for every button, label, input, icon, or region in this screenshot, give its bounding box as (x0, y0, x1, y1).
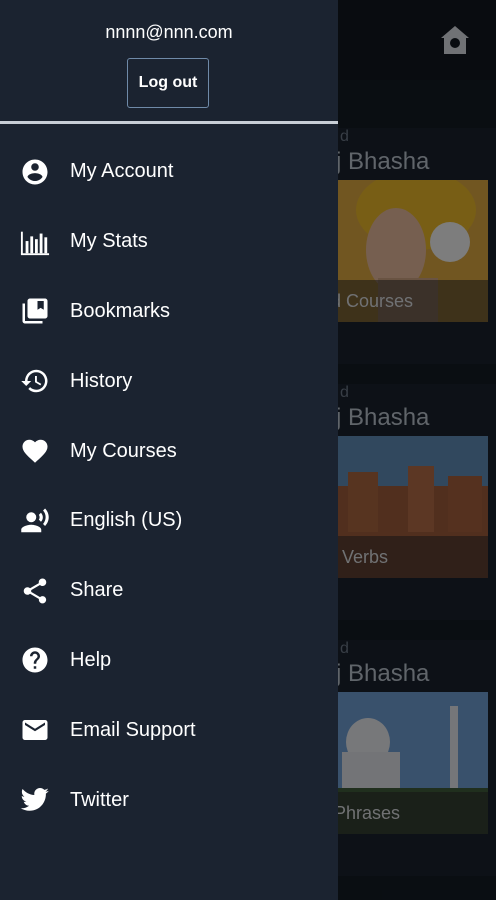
menu-item-label: English (US) (70, 509, 183, 532)
menu-item-history[interactable]: History (0, 346, 338, 416)
menu-item-language[interactable]: English (US) (0, 486, 338, 556)
heart-icon (20, 436, 50, 466)
menu-item-label: Share (70, 579, 124, 602)
menu-item-twitter[interactable]: Twitter (0, 765, 338, 835)
user-email: nnnn@nnn.com (105, 22, 233, 42)
menu-item-help[interactable]: Help (0, 626, 338, 696)
menu-item-email-support[interactable]: Email Support (0, 695, 338, 765)
menu-item-my-account[interactable]: My Account (0, 137, 338, 207)
menu-item-label: My Courses (70, 439, 177, 462)
menu-item-label: Email Support (70, 718, 196, 741)
menu-item-label: My Stats (70, 230, 148, 253)
menu-item-my-stats[interactable]: My Stats (0, 207, 338, 277)
twitter-icon (20, 785, 50, 815)
menu-item-label: Twitter (70, 788, 129, 811)
help-icon (20, 645, 50, 675)
bookmarks-icon (20, 296, 50, 326)
header-divider (0, 121, 338, 124)
logout-button[interactable]: Log out (127, 58, 209, 108)
menu-item-my-courses[interactable]: My Courses (0, 416, 338, 486)
menu-item-share[interactable]: Share (0, 556, 338, 626)
navigation-drawer: nnnn@nnn.com Log out My Account My Stats… (0, 0, 338, 900)
drawer-header: nnnn@nnn.com Log out (0, 0, 338, 122)
menu-item-label: History (70, 369, 133, 392)
email-icon (20, 715, 50, 745)
bar-chart-icon (20, 227, 50, 257)
history-icon (20, 366, 50, 396)
menu-item-bookmarks[interactable]: Bookmarks (0, 277, 338, 347)
drawer-menu: My Account My Stats Bookmarks History My… (0, 137, 338, 835)
share-icon (20, 576, 50, 606)
menu-item-label: My Account (70, 160, 174, 183)
voice-language-icon (20, 506, 50, 536)
menu-item-label: Help (70, 648, 112, 671)
account-circle-icon (20, 157, 50, 187)
menu-item-label: Bookmarks (70, 299, 171, 322)
